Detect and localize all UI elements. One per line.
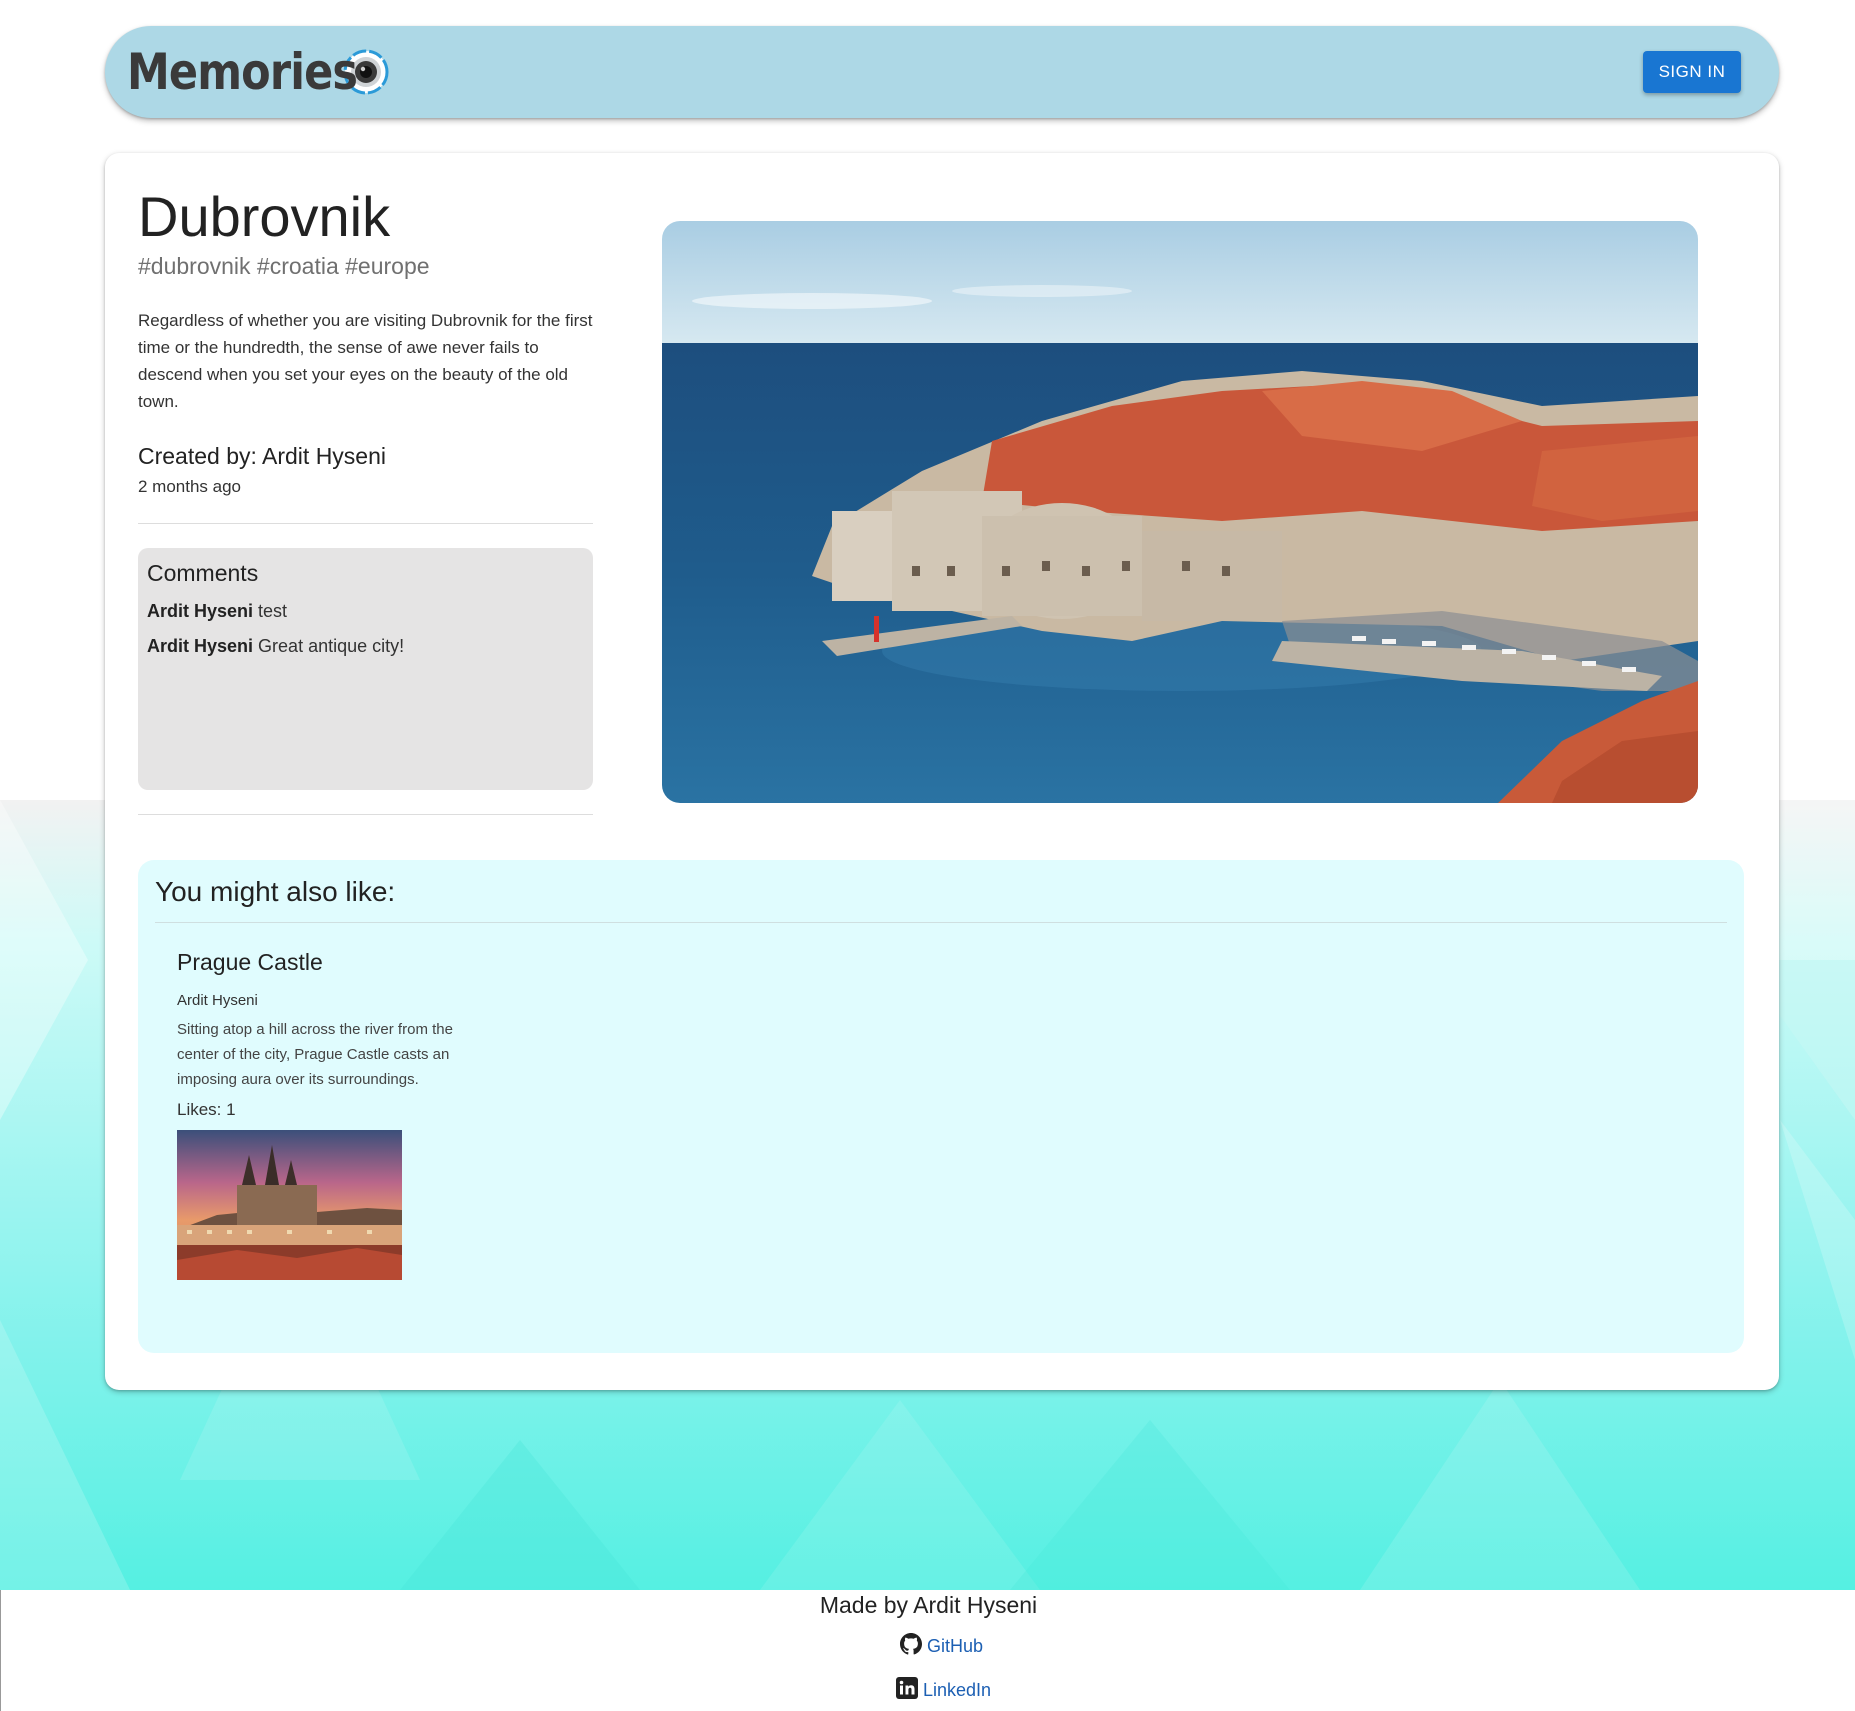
brand[interactable]: Memories: [127, 44, 389, 100]
linkedin-link[interactable]: LinkedIn: [895, 1676, 991, 1705]
footer: Made by Ardit Hyseni GitHub LinkedIn: [0, 1590, 1855, 1711]
comment-item: Ardit Hyseni Great antique city!: [147, 636, 584, 657]
recommended-post-title: Prague Castle: [177, 949, 323, 975]
github-link[interactable]: GitHub: [899, 1632, 983, 1661]
divider: [138, 814, 593, 815]
github-label: GitHub: [927, 1636, 984, 1656]
comments-section: Comments Ardit Hyseni test Ardit Hyseni …: [138, 548, 593, 790]
comment-text: test: [258, 601, 288, 621]
comment-text: Great antique city!: [258, 636, 405, 656]
recommended-post-image: [177, 1130, 402, 1280]
comment-author: Ardit Hyseni: [147, 636, 254, 656]
recommended-post-likes: Likes: 1: [177, 1100, 236, 1119]
linkedin-icon: [895, 1676, 923, 1705]
post-image: [662, 221, 1698, 803]
brand-title: Memories: [127, 43, 358, 101]
comment-author: Ardit Hyseni: [147, 601, 254, 621]
divider: [138, 523, 593, 524]
comments-heading: Comments: [147, 560, 259, 586]
sign-in-button[interactable]: SIGN IN: [1643, 51, 1741, 93]
recommended-section: You might also like: Prague Castle Ardit…: [138, 860, 1744, 1353]
recommended-post-description: Sitting atop a hill across the river fro…: [177, 1021, 453, 1088]
post-description: Regardless of whether you are visiting D…: [138, 311, 593, 411]
post-title: Dubrovnik: [138, 185, 391, 248]
recommended-post-card[interactable]: Prague Castle Ardit Hyseni Sitting atop …: [177, 949, 477, 1280]
comment-item: Ardit Hyseni test: [147, 601, 584, 622]
footer-credit: Made by Ardit Hyseni: [819, 1592, 1038, 1618]
recommended-heading: You might also like:: [155, 876, 396, 907]
recommended-post-author: Ardit Hyseni: [177, 992, 258, 1009]
github-icon: [899, 1632, 927, 1661]
post-tags: #dubrovnik #croatia #europe: [138, 253, 430, 279]
post-details-card: Dubrovnik #dubrovnik #croatia #europe Re…: [105, 153, 1779, 1390]
linkedin-label: LinkedIn: [923, 1680, 992, 1700]
post-time: 2 months ago: [138, 477, 242, 496]
post-creator: Created by: Ardit Hyseni: [138, 443, 387, 469]
divider: [155, 922, 1727, 923]
app-bar: Memories SIGN IN: [105, 26, 1779, 118]
